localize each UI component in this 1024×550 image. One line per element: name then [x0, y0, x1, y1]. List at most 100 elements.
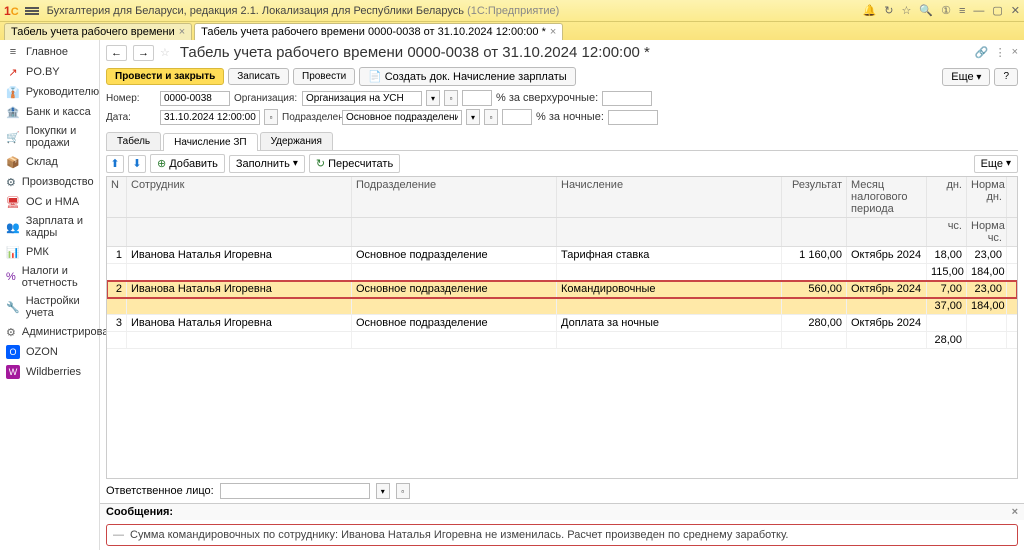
- close-icon[interactable]: ✕: [1011, 4, 1020, 17]
- sidebar-item-settings[interactable]: 🔧Настройки учета: [0, 292, 99, 322]
- menu-icon[interactable]: [25, 6, 39, 16]
- sidebar-item-trade[interactable]: 🛒Покупки и продажи: [0, 122, 99, 152]
- table-row[interactable]: 1Иванова Наталья ИгоревнаОсновное подраз…: [107, 247, 1017, 264]
- recalc-button[interactable]: ↻Пересчитать: [309, 154, 400, 173]
- fill-button[interactable]: Заполнить ▾: [229, 155, 305, 173]
- search-icon[interactable]: 🔍: [919, 4, 933, 17]
- sidebar-item-tax[interactable]: %Налоги и отчетность: [0, 262, 99, 292]
- bell-icon[interactable]: 🔔: [863, 4, 877, 17]
- number-label: Номер:: [106, 93, 156, 104]
- open-icon[interactable]: ▫: [444, 90, 458, 106]
- sidebar-item-main[interactable]: ≡Главное: [0, 42, 99, 62]
- doc-tab-2[interactable]: Табель учета рабочего времени 0000-0038 …: [194, 23, 563, 40]
- col-norm[interactable]: Норма дн.: [967, 177, 1007, 217]
- col-dep[interactable]: Подразделение: [352, 177, 557, 217]
- col-normh[interactable]: Норма чс.: [967, 218, 1007, 246]
- overtime-pct-input[interactable]: [462, 90, 492, 106]
- col-hr[interactable]: чс.: [927, 218, 967, 246]
- night-pct-input[interactable]: [502, 109, 532, 125]
- open-icon[interactable]: ▫: [484, 109, 498, 125]
- more-icon[interactable]: ⋮: [995, 46, 1006, 59]
- night-value[interactable]: [608, 110, 658, 125]
- message-item[interactable]: — Сумма командировочных по сотруднику: И…: [106, 524, 1018, 546]
- sidebar-item-salary[interactable]: 👥Зарплата и кадры: [0, 212, 99, 242]
- minimize-icon[interactable]: —: [973, 5, 984, 17]
- table-row-selected[interactable]: 2Иванова Наталья ИгоревнаОсновное подраз…: [107, 281, 1017, 298]
- number-input[interactable]: [160, 91, 230, 106]
- col-emp[interactable]: Сотрудник: [127, 177, 352, 217]
- link-icon[interactable]: 🔗: [975, 46, 989, 59]
- doc-tab-1[interactable]: Табель учета рабочего времени×: [4, 23, 192, 40]
- table-row[interactable]: 3Иванова Наталья ИгоревнаОсновное подраз…: [107, 315, 1017, 332]
- calendar-icon[interactable]: ▫: [264, 109, 278, 125]
- dropdown-icon[interactable]: ▾: [426, 90, 440, 106]
- subtab-tabel[interactable]: Табель: [106, 132, 161, 150]
- document-tabs: Табель учета рабочего времени× Табель уч…: [0, 22, 1024, 40]
- save-button[interactable]: Записать: [228, 68, 289, 85]
- star-icon[interactable]: ☆: [160, 46, 170, 59]
- col-res[interactable]: Результат: [782, 177, 847, 217]
- sidebar-item-rmk[interactable]: 📊РМК: [0, 242, 99, 262]
- dep-input[interactable]: [342, 110, 462, 125]
- sidebar-item-manager[interactable]: 👔Руководителю: [0, 82, 99, 102]
- subtab-salary[interactable]: Начисление ЗП: [163, 133, 257, 151]
- date-input[interactable]: [160, 110, 260, 125]
- tab-close-icon[interactable]: ×: [550, 26, 556, 38]
- gear-icon: ⚙: [6, 175, 16, 189]
- one-icon[interactable]: ①: [941, 4, 951, 17]
- help-button[interactable]: ?: [994, 68, 1018, 86]
- close-doc-icon[interactable]: ×: [1012, 46, 1018, 59]
- col-n[interactable]: N: [107, 177, 127, 217]
- settings-icon[interactable]: ≡: [959, 5, 965, 17]
- dep-label: Подразделение:: [282, 112, 338, 123]
- more-button[interactable]: Еще ▾: [942, 68, 990, 86]
- sidebar-item-ozon[interactable]: OOZON: [0, 342, 99, 362]
- table-row-sub[interactable]: 37,00184,00: [107, 298, 1017, 315]
- people-icon: 👥: [6, 220, 20, 234]
- subtab-deduct[interactable]: Удержания: [260, 132, 333, 150]
- sidebar: ≡Главное ↗PO.BY 👔Руководителю 🏦Банк и ка…: [0, 40, 100, 550]
- messages-close-icon[interactable]: ×: [1012, 506, 1018, 518]
- table-more-button[interactable]: Еще ▾: [974, 155, 1018, 173]
- pc-icon: 🖥: [6, 195, 20, 209]
- overtime-value[interactable]: [602, 91, 652, 106]
- col-acc[interactable]: Начисление: [557, 177, 782, 217]
- titlebar: 1С Бухгалтерия для Беларуси, редакция 2.…: [0, 0, 1024, 22]
- sidebar-item-bank[interactable]: 🏦Банк и касса: [0, 102, 99, 122]
- document-title: Табель учета рабочего времени 0000-0038 …: [180, 44, 650, 61]
- sidebar-item-admin[interactable]: ⚙Администрирование: [0, 322, 99, 342]
- move-up-button[interactable]: ⬆: [106, 155, 124, 173]
- sidebar-item-stock[interactable]: 📦Склад: [0, 152, 99, 172]
- move-down-button[interactable]: ⬇: [128, 155, 146, 173]
- post-button[interactable]: Провести: [293, 68, 355, 85]
- open-icon[interactable]: ▫: [396, 483, 410, 499]
- add-button[interactable]: ⊕Добавить: [150, 154, 225, 173]
- resp-input[interactable]: [220, 483, 370, 499]
- sidebar-item-poby[interactable]: ↗PO.BY: [0, 62, 99, 82]
- col-dn[interactable]: дн.: [927, 177, 967, 217]
- star-icon[interactable]: ☆: [902, 4, 912, 17]
- night-checkbox[interactable]: % за ночные:: [536, 111, 604, 123]
- create-doc-button[interactable]: 📄 Создать док. Начисление зарплаты: [359, 67, 575, 86]
- post-close-button[interactable]: Провести и закрыть: [106, 68, 224, 85]
- dropdown-icon[interactable]: ▾: [466, 109, 480, 125]
- tab-close-icon[interactable]: ×: [179, 26, 185, 38]
- app-mode: (1С:Предприятие): [467, 5, 559, 17]
- sidebar-item-os[interactable]: 🖥ОС и НМА: [0, 192, 99, 212]
- dropdown-icon[interactable]: ▾: [376, 483, 390, 499]
- box-icon: 📦: [6, 155, 20, 169]
- overtime-checkbox[interactable]: % за сверхурочные:: [496, 92, 598, 104]
- sidebar-item-prod[interactable]: ⚙Производство: [0, 172, 99, 192]
- percent-icon: %: [6, 270, 16, 284]
- forward-button[interactable]: →: [133, 45, 154, 61]
- back-button[interactable]: ←: [106, 45, 127, 61]
- logo-1c: 1С: [4, 4, 19, 18]
- maximize-icon[interactable]: ▢: [992, 4, 1002, 17]
- message-text: Сумма командировочных по сотруднику: Ива…: [130, 529, 788, 541]
- org-input[interactable]: [302, 91, 422, 106]
- col-per[interactable]: Месяц налогового периода: [847, 177, 927, 217]
- table-row-sub[interactable]: 28,00: [107, 332, 1017, 349]
- history-icon[interactable]: ↻: [884, 4, 893, 17]
- sidebar-item-wb[interactable]: WWildberries: [0, 362, 99, 382]
- table-row-sub[interactable]: 115,00184,00: [107, 264, 1017, 281]
